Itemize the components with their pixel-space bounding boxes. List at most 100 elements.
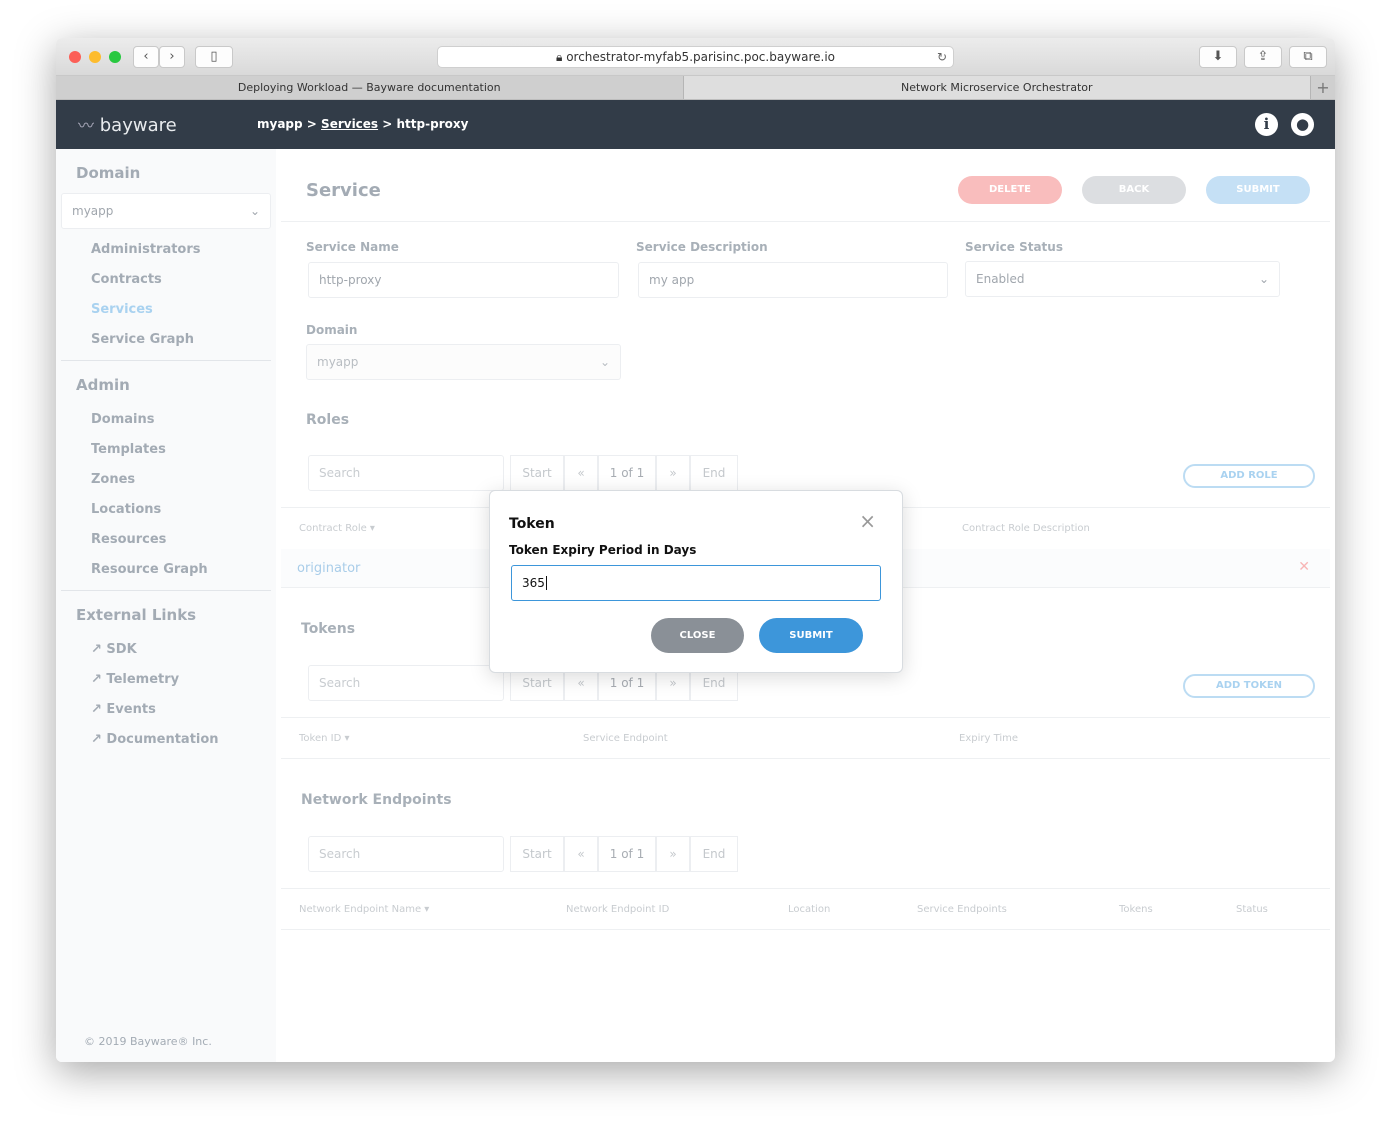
column-label: Network Endpoint Name <box>299 904 422 915</box>
domain-label: Domain <box>306 323 358 337</box>
url-text: orchestrator-myfab5.parisinc.poc.bayware… <box>566 50 836 64</box>
chevron-down-icon: ⌄ <box>249 204 260 218</box>
logo-text: bayware <box>99 115 177 136</box>
back-icon[interactable]: ‹ <box>133 46 159 68</box>
tab-documentation[interactable]: Deploying Workload — Bayware documentati… <box>56 76 684 99</box>
expiry-days-input[interactable]: 365 <box>511 565 881 601</box>
chevron-down-icon: ⌄ <box>1258 272 1269 286</box>
domain-select[interactable]: myapp ⌄ <box>306 344 621 380</box>
close-icon[interactable]: × <box>859 509 876 533</box>
sidebar-item-contracts[interactable]: Contracts <box>91 272 162 287</box>
token-modal: Token × Token Expiry Period in Days 365 … <box>489 490 903 673</box>
domain-select[interactable]: myapp ⌄ <box>61 193 271 229</box>
status-value: Enabled <box>976 272 1025 286</box>
share-icon[interactable]: ⇪ <box>1244 46 1282 68</box>
link-label: SDK <box>106 642 137 657</box>
download-icon[interactable]: ⬇ <box>1199 46 1237 68</box>
network-endpoints-heading: Network Endpoints <box>301 792 452 808</box>
service-name-input[interactable]: http-proxy <box>308 262 619 298</box>
app-header: 〰︎ bayware myapp > Services > http-proxy… <box>56 100 1335 149</box>
pager-next[interactable]: » <box>656 836 690 872</box>
column-status: Status <box>1236 904 1268 915</box>
divider <box>281 888 1330 889</box>
external-link-icon: ↗ <box>91 672 107 687</box>
column-contract-role[interactable]: Contract Role ▾ <box>299 523 375 534</box>
sidebar-toggle-icon[interactable]: ▯ <box>195 46 233 68</box>
service-description-input[interactable]: my app <box>638 262 948 298</box>
column-service-endpoint: Service Endpoint <box>583 733 668 744</box>
sidebar-item-administrators[interactable]: Administrators <box>91 242 201 257</box>
role-link[interactable]: originator <box>297 561 360 576</box>
link-label: Documentation <box>106 732 219 747</box>
divider <box>281 221 1330 222</box>
service-name-label: Service Name <box>306 240 399 254</box>
user-icon[interactable]: ● <box>1291 113 1314 136</box>
pager-end[interactable]: End <box>690 455 738 491</box>
endpoints-search-input[interactable]: Search <box>308 836 504 872</box>
pager-next[interactable]: » <box>656 455 690 491</box>
text-cursor <box>545 576 547 590</box>
delete-button[interactable]: DELETE <box>958 176 1062 204</box>
column-network-endpoint-name[interactable]: Network Endpoint Name ▾ <box>299 904 429 915</box>
pager-page: 1 of 1 <box>598 836 656 872</box>
link-sdk[interactable]: ↗ SDK <box>91 642 137 657</box>
pager-prev[interactable]: « <box>564 836 598 872</box>
submit-button[interactable]: SUBMIT <box>1206 176 1310 204</box>
add-token-button[interactable]: ADD TOKEN <box>1183 674 1315 698</box>
service-description-label: Service Description <box>636 240 768 254</box>
tokens-search-input[interactable]: Search <box>308 665 504 701</box>
sidebar-item-zones[interactable]: Zones <box>91 472 135 487</box>
domain-select-value: myapp <box>72 204 114 218</box>
sidebar-item-templates[interactable]: Templates <box>91 442 166 457</box>
sidebar-item-services[interactable]: Services <box>91 302 153 317</box>
breadcrumb-myapp: myapp <box>257 117 303 131</box>
bayware-logo[interactable]: 〰︎ bayware <box>78 112 177 136</box>
new-tab-icon[interactable]: + <box>1311 76 1335 99</box>
breadcrumb-services-link[interactable]: Services <box>321 117 378 131</box>
close-window-button[interactable] <box>69 51 81 63</box>
sidebar-item-resources[interactable]: Resources <box>91 532 166 547</box>
roles-heading: Roles <box>306 412 350 428</box>
pager-start[interactable]: Start <box>510 836 564 872</box>
add-role-button[interactable]: ADD ROLE <box>1183 464 1315 488</box>
minimize-window-button[interactable] <box>89 51 101 63</box>
pager-end[interactable]: End <box>690 836 738 872</box>
external-link-icon: ↗ <box>91 642 107 657</box>
tab-bar: Deploying Workload — Bayware documentati… <box>56 76 1335 100</box>
roles-search-input[interactable]: Search <box>308 455 504 491</box>
service-status-select[interactable]: Enabled ⌄ <box>965 261 1280 297</box>
reload-icon[interactable]: ↻ <box>937 47 947 68</box>
maximize-window-button[interactable] <box>109 51 121 63</box>
external-link-icon: ↗ <box>91 732 107 747</box>
divider <box>61 360 271 361</box>
info-icon[interactable]: i <box>1255 113 1278 136</box>
browser-toolbar: ‹ › ▯ 🔒︎ orchestrator-myfab5.parisinc.po… <box>56 38 1335 76</box>
column-token-id[interactable]: Token ID ▾ <box>299 733 349 744</box>
service-status-label: Service Status <box>965 240 1063 254</box>
sidebar-item-domains[interactable]: Domains <box>91 412 155 427</box>
expiry-label: Token Expiry Period in Days <box>509 543 697 557</box>
modal-close-button[interactable]: CLOSE <box>651 618 744 653</box>
chevron-down-icon: ⌄ <box>599 355 610 369</box>
back-button[interactable]: BACK <box>1082 176 1186 204</box>
tabs-icon[interactable]: ⧉ <box>1289 46 1327 68</box>
modal-backdrop: Domain myapp ⌄ Administrators Contracts S… <box>56 149 1335 1062</box>
browser-window: ‹ › ▯ 🔒︎ orchestrator-myfab5.parisinc.po… <box>56 38 1335 1062</box>
expiry-value: 365 <box>522 576 545 590</box>
link-telemetry[interactable]: ↗ Telemetry <box>91 672 179 687</box>
pager-start[interactable]: Start <box>510 455 564 491</box>
forward-icon[interactable]: › <box>159 46 185 68</box>
delete-row-icon[interactable]: ✕ <box>1298 559 1310 575</box>
address-bar[interactable]: 🔒︎ orchestrator-myfab5.parisinc.poc.bayw… <box>437 46 954 68</box>
link-events[interactable]: ↗ Events <box>91 702 156 717</box>
pager-prev[interactable]: « <box>564 455 598 491</box>
link-documentation[interactable]: ↗ Documentation <box>91 732 219 747</box>
modal-submit-button[interactable]: SUBMIT <box>759 618 863 653</box>
sidebar-item-service-graph[interactable]: Service Graph <box>91 332 194 347</box>
breadcrumb-sep: > <box>382 117 393 131</box>
sidebar-item-resource-graph[interactable]: Resource Graph <box>91 562 208 577</box>
copyright: © 2019 Bayware® Inc. <box>84 1035 212 1048</box>
divider <box>61 590 271 591</box>
tab-orchestrator[interactable]: Network Microservice Orchestrator <box>683 76 1311 99</box>
sidebar-item-locations[interactable]: Locations <box>91 502 161 517</box>
